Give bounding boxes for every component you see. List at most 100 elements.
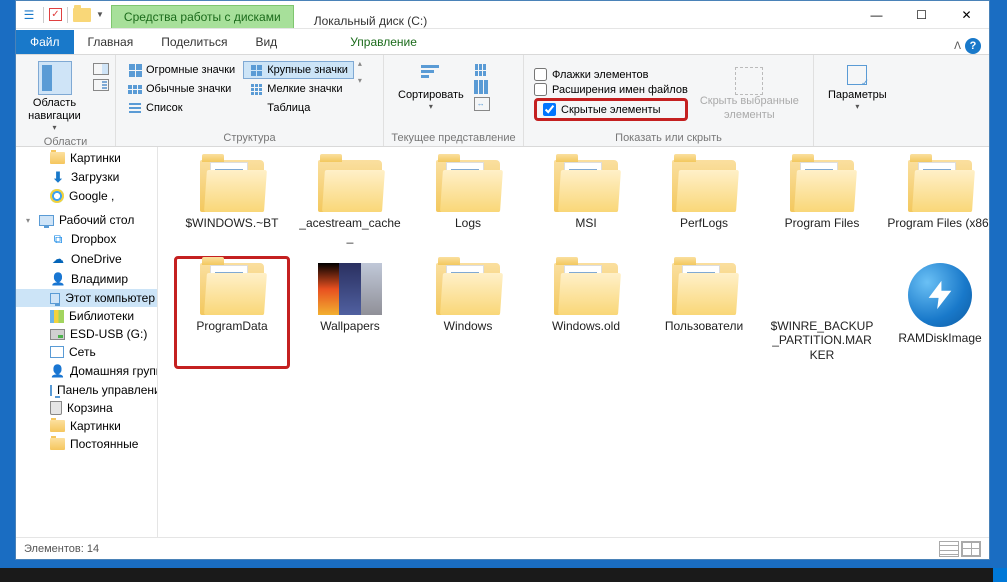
sidebar-item-libs[interactable]: Библиотеки	[16, 307, 157, 325]
file-label: _acestream_cache_	[297, 216, 403, 245]
minimize-button[interactable]: —	[854, 1, 899, 29]
sidebar-item-esdusb[interactable]: ESD-USB (G:)	[16, 325, 157, 343]
file-view[interactable]: $WINDOWS.~BT_acestream_cache_ Logs MSI Perf…	[158, 147, 989, 537]
window-title: Локальный диск (C:)	[294, 14, 854, 28]
maximize-button[interactable]: ☐	[899, 1, 944, 29]
file-item-wallpapers[interactable]: Wallpapers	[292, 256, 408, 369]
file-label: Пользователи	[665, 319, 743, 333]
sidebar-item-label: ESD-USB (G:)	[70, 327, 147, 341]
tab-view[interactable]: Вид	[241, 30, 291, 54]
window-controls: — ☐ ✕	[854, 1, 989, 29]
hidden-items-toggle[interactable]: Скрытые элементы	[543, 103, 679, 116]
navigation-pane-button[interactable]: Область навигации ▾	[22, 59, 87, 134]
properties-icon[interactable]: ☰	[20, 6, 38, 24]
file-item-windowsbt[interactable]: $WINDOWS.~BT	[174, 153, 290, 252]
file-item-windowsold[interactable]: Windows.old	[528, 256, 644, 369]
layout-table[interactable]: Таблица	[243, 99, 354, 117]
group-show-hide-label: Показать или скрыть	[530, 130, 807, 144]
large-icons-view-icon[interactable]	[961, 541, 981, 557]
sidebar-item-google[interactable]: Google ,	[16, 187, 157, 205]
file-item-logs[interactable]: Logs	[410, 153, 526, 252]
options-button[interactable]: Параметры ▾	[820, 59, 895, 113]
sidebar-item-label: Постоянные	[70, 437, 138, 451]
tab-manage[interactable]: Управление	[336, 30, 431, 54]
layout-scroll-down-icon[interactable]: ▾	[358, 76, 362, 85]
file-item-programdata[interactable]: ProgramData	[174, 256, 290, 369]
checkbox-icon[interactable]: ✓	[49, 8, 62, 21]
size-columns-icon[interactable]: ↔	[474, 97, 490, 111]
file-item-ramdisk[interactable]: RAMDiskImage	[882, 256, 989, 369]
trash-icon	[50, 401, 62, 415]
sidebar-item-ctrlpanel[interactable]: Панель управления	[16, 381, 157, 399]
file-item-msi[interactable]: MSI	[528, 153, 644, 252]
sort-button[interactable]: Сортировать ▾	[390, 59, 472, 113]
sidebar-item-pictures2[interactable]: Картинки	[16, 417, 157, 435]
details-view-icon[interactable]	[939, 541, 959, 557]
layout-large-icons[interactable]: Крупные значки	[243, 61, 354, 79]
layout-list[interactable]: Список	[122, 99, 241, 117]
network-icon	[50, 346, 64, 358]
sidebar-item-homegroup[interactable]: 👤Домашняя группа	[16, 361, 157, 381]
options-icon	[843, 61, 871, 89]
tab-home[interactable]: Главная	[74, 30, 148, 54]
taskbar[interactable]	[0, 568, 1007, 582]
tab-share[interactable]: Поделиться	[147, 30, 241, 54]
sidebar-item-label: Библиотеки	[69, 309, 134, 323]
file-label: Logs	[455, 216, 481, 230]
preview-pane-icon[interactable]	[93, 63, 109, 75]
new-folder-icon[interactable]	[73, 8, 91, 22]
file-label: PerfLogs	[680, 216, 728, 230]
close-button[interactable]: ✕	[944, 1, 989, 29]
minimize-ribbon-icon[interactable]: ᐱ	[954, 41, 961, 52]
file-item-perflogs[interactable]: PerfLogs	[646, 153, 762, 252]
layout-small-icons[interactable]: Мелкие значки	[243, 80, 354, 98]
file-item-progfiles[interactable]: Program Files	[764, 153, 880, 252]
group-current-view-label: Текущее представление	[390, 130, 517, 144]
monitor-icon	[50, 385, 52, 396]
sidebar-item-network[interactable]: Сеть	[16, 343, 157, 361]
contextual-tab-disk-tools[interactable]: Средства работы с дисками	[111, 5, 294, 28]
sidebar-item-label: Панель управления	[57, 383, 157, 397]
navigation-pane-label: Область навигации	[28, 97, 81, 123]
hidden-items-highlight: Скрытые элементы	[534, 98, 688, 121]
folder-icon	[50, 420, 65, 432]
file-extensions-toggle[interactable]: Расширения имен файлов	[534, 83, 688, 96]
quick-access-toolbar: ☰ ✓ ▼	[16, 6, 111, 24]
layout-medium-icons[interactable]: Обычные значки	[122, 80, 241, 98]
wallpaper-folder-icon	[318, 263, 382, 315]
navigation-sidebar[interactable]: Картинки ⬇ Загрузки Google , ▾Рабочий стол⧉D…	[16, 147, 158, 537]
add-columns-icon[interactable]	[474, 80, 490, 94]
file-item-users[interactable]: Пользователи	[646, 256, 762, 369]
details-pane-icon[interactable]	[93, 79, 109, 91]
file-item-acestream[interactable]: _acestream_cache_	[292, 153, 408, 252]
sort-icon	[417, 61, 445, 89]
sidebar-item-constant[interactable]: Постоянные	[16, 435, 157, 453]
sidebar-item-label: Картинки	[70, 419, 121, 433]
sidebar-item-desktop[interactable]: ▾Рабочий стол	[16, 211, 157, 229]
download-icon: ⬇	[50, 169, 66, 185]
sidebar-item-pictures[interactable]: Картинки	[16, 149, 157, 167]
sidebar-item-onedrive[interactable]: ☁OneDrive	[16, 249, 157, 269]
file-label: Wallpapers	[320, 319, 380, 333]
group-by-icon[interactable]	[474, 63, 490, 77]
sidebar-item-vladimir[interactable]: 👤Владимир	[16, 269, 157, 289]
qat-dropdown-icon[interactable]: ▼	[93, 10, 107, 19]
layout-scroll-up-icon[interactable]: ▴	[358, 59, 362, 68]
file-item-winrebak[interactable]: $WINRE_BACKUP_PARTITION.MARKER	[764, 256, 880, 369]
file-item-windows[interactable]: Windows	[410, 256, 526, 369]
folder-icon	[554, 160, 618, 212]
sidebar-item-thispc[interactable]: Этот компьютер	[16, 289, 157, 307]
file-item-progfilesx86[interactable]: Program Files (x86)	[882, 153, 989, 252]
folder-icon	[672, 160, 736, 212]
sidebar-item-dropbox[interactable]: ⧉Dropbox	[16, 229, 157, 249]
layout-huge-icons[interactable]: Огромные значки	[122, 61, 241, 79]
folder-icon	[200, 263, 264, 315]
ramdisk-icon	[908, 263, 972, 327]
tab-file[interactable]: Файл	[16, 30, 74, 54]
title-bar: ☰ ✓ ▼ Средства работы с дисками Локальны…	[16, 1, 989, 29]
sidebar-item-downloads[interactable]: ⬇ Загрузки	[16, 167, 157, 187]
help-icon[interactable]: ?	[965, 38, 981, 54]
sidebar-item-label: Загрузки	[71, 170, 119, 184]
sidebar-item-trash[interactable]: Корзина	[16, 399, 157, 417]
item-checkboxes-toggle[interactable]: Флажки элементов	[534, 68, 688, 81]
